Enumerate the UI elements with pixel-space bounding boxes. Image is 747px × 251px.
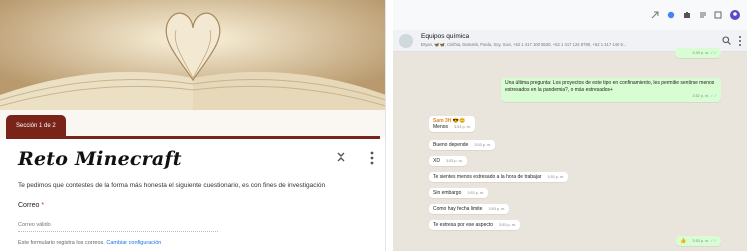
message-text: Como hay fecha limite bbox=[433, 206, 483, 212]
read-check-icon: ✓✓ bbox=[710, 50, 717, 55]
email-label-text: Correo bbox=[18, 202, 40, 209]
group-avatar[interactable] bbox=[399, 34, 413, 48]
message-text: Te sientes menos estresado a la hora de … bbox=[433, 174, 542, 180]
puzzle-icon[interactable] bbox=[683, 11, 691, 19]
message-bubble-in[interactable]: Como hay fecha limite 3:53 p. m. bbox=[429, 204, 510, 214]
collapse-icon[interactable] bbox=[334, 150, 348, 164]
read-check-icon: ✓✓ bbox=[710, 93, 717, 98]
window-icon[interactable] bbox=[714, 11, 722, 19]
card-accent-line bbox=[6, 136, 380, 139]
whatsapp-panel: Equipos química Bryan, 🦋🦋, Cinthia, Dama… bbox=[393, 0, 747, 251]
message-time: 3:53 p. m. bbox=[467, 191, 485, 195]
group-name: Equipos química bbox=[421, 33, 470, 40]
message-text: 👍 bbox=[680, 238, 687, 244]
message-bubble-in[interactable]: Te estresa por ese aspecto 3:53 p. m. bbox=[429, 220, 520, 230]
message-text: Bueno depende bbox=[433, 142, 469, 148]
change-config-link[interactable]: Cambiar configuración bbox=[106, 240, 161, 246]
message-bubble-out[interactable]: 3:49 p. m.✓✓ bbox=[675, 48, 721, 58]
message-list: 3:49 p. m.✓✓ Una última pregunta: Los pr… bbox=[393, 48, 747, 251]
google-form-panel: Sección 1 de 2 Reto Minecraft Te pedimos… bbox=[0, 0, 386, 251]
required-mark: * bbox=[41, 202, 45, 209]
browser-toolbar bbox=[393, 0, 747, 30]
message-bubble-out[interactable]: 👍 3:53 p. m.✓✓ bbox=[676, 236, 721, 246]
email-field[interactable] bbox=[18, 218, 218, 232]
message-time: 3:53 p. m. bbox=[488, 207, 506, 211]
message-time: 3:53 p. m. bbox=[692, 239, 710, 243]
message-bubble-in[interactable]: Te sientes menos estresado a la hora de … bbox=[429, 172, 569, 182]
form-header-image bbox=[0, 0, 385, 110]
message-bubble-in[interactable]: Bueno depende 3:53 p. m. bbox=[429, 140, 496, 150]
message-text: Te estresa por ese aspecto bbox=[433, 222, 494, 228]
extension-icon[interactable] bbox=[651, 11, 659, 19]
message-bubble-in[interactable]: XD 3:53 p. m. bbox=[429, 156, 467, 166]
message-bubble-out[interactable]: Una última pregunta: Los proyectos de es… bbox=[501, 78, 721, 102]
message-bubble-in[interactable]: Sin embargo 3:53 p. m. bbox=[429, 188, 489, 198]
form-title: Reto Minecraft bbox=[18, 148, 182, 170]
footer-note: Este formulario registra los correos. Ca… bbox=[18, 240, 161, 246]
form-description: Te pedimos que contestes de la forma más… bbox=[18, 182, 326, 189]
message-time: 3:53 p. m. bbox=[445, 159, 463, 163]
message-time: 3:53 p. m. bbox=[499, 223, 516, 227]
section-tab: Sección 1 de 2 bbox=[6, 115, 66, 137]
message-text: XD bbox=[433, 158, 440, 164]
message-text: Menos bbox=[433, 124, 449, 130]
menu-icon[interactable] bbox=[737, 35, 743, 47]
search-icon[interactable] bbox=[722, 36, 731, 45]
more-vert-icon[interactable] bbox=[366, 150, 378, 166]
message-time: 3:53 p. m. bbox=[454, 125, 471, 129]
star-icon[interactable] bbox=[667, 11, 675, 19]
tab-search-icon[interactable] bbox=[699, 11, 707, 19]
message-time: 3:52 p. m. bbox=[692, 94, 710, 98]
message-time: 3:53 p. m. bbox=[474, 143, 492, 147]
message-time: 3:53 p. m. bbox=[547, 175, 565, 179]
message-time: 3:49 p. m. bbox=[692, 51, 710, 55]
message-text: Una última pregunta: Los proyectos de es… bbox=[505, 80, 715, 93]
read-check-icon: ✓✓ bbox=[710, 238, 717, 243]
message-bubble-in[interactable]: Sam 3H 😎😊 Menos 3:53 p. m. bbox=[429, 116, 475, 132]
email-label: Correo * bbox=[18, 202, 44, 209]
group-members: Bryan, 🦋🦋, Cinthia, Damaris, Paola, Soy,… bbox=[421, 42, 627, 47]
footer-text: Este formulario registra los correos. bbox=[18, 240, 105, 246]
profile-avatar-icon[interactable] bbox=[730, 10, 740, 20]
message-text: Sin embargo bbox=[433, 190, 462, 196]
